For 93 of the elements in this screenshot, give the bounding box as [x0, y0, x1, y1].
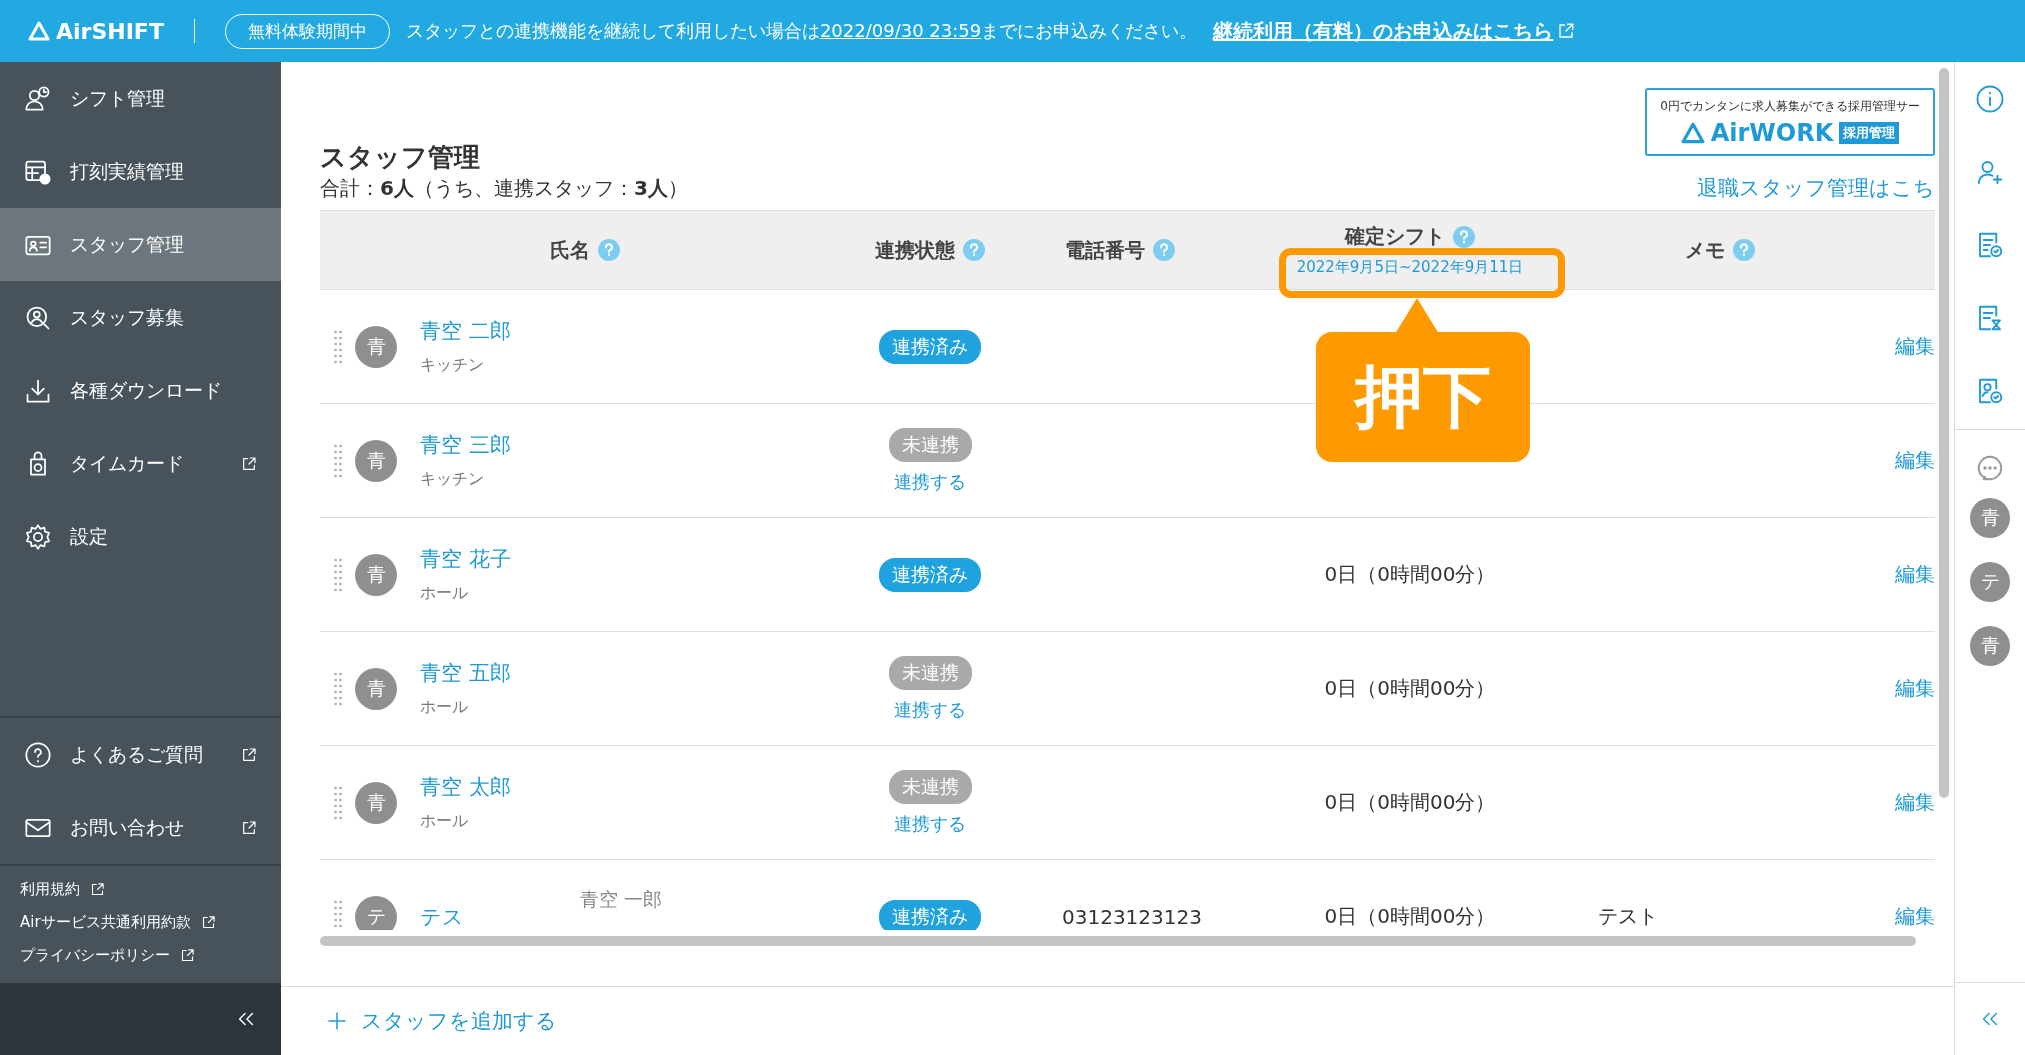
staff-name-link[interactable]: 青空 二郎 — [420, 317, 580, 345]
link-status: 未連携 — [888, 769, 972, 804]
avatar: 青 — [355, 439, 397, 482]
retired-staff-link[interactable]: 退職スタッフ管理はこち — [1697, 174, 1935, 202]
link-status: 連携済み — [879, 329, 981, 364]
edit-link[interactable]: 編集 — [1850, 561, 1935, 588]
sidebar-item[interactable]: 打刻実績管理 — [0, 135, 281, 208]
shift-total: 0日（0時間00分） — [1324, 562, 1496, 586]
help-icon[interactable] — [1153, 239, 1175, 261]
help-icon[interactable] — [598, 239, 620, 261]
link-action[interactable]: 連携する — [894, 697, 966, 722]
avatar: 青 — [355, 553, 397, 596]
external-link-icon — [200, 915, 216, 930]
scrollbar[interactable] — [1939, 68, 1949, 798]
page-title: スタッフ管理 — [320, 141, 481, 174]
date-range: 2022年9月5日~2022年9月11日 — [1296, 258, 1524, 277]
column-header: 確定シフト — [1345, 223, 1445, 250]
sidebar-item[interactable]: スタッフ管理 — [0, 208, 281, 281]
edit-link[interactable]: 編集 — [1850, 789, 1935, 816]
callout: 押下 — [1316, 332, 1530, 462]
notice-text: スタッフとの連携機能を継続して利用したい場合は2022/09/30 23:59 までにお申込みください。 — [405, 19, 1198, 43]
link-action[interactable]: 連携する — [894, 469, 966, 494]
staff-alias: 青空 一郎 — [580, 888, 663, 910]
footer-link[interactable]: 利用規約 — [20, 880, 261, 899]
staff-summary: 合計：6人（うち、連携スタッフ：3人） — [320, 175, 688, 202]
link-status: 連携済み — [879, 899, 981, 930]
staff-name-link[interactable]: 青空 花子 — [420, 545, 580, 573]
shift-total: 0日（0時間00分） — [1324, 904, 1496, 928]
triangle-logo-icon — [28, 21, 50, 41]
plus-icon — [325, 1009, 349, 1033]
column-header: 電話番号 — [1065, 236, 1145, 264]
staff-role: ホール — [420, 811, 469, 832]
staff-name-link[interactable]: 青空 太郎 — [420, 773, 580, 801]
link-status: 連携済み — [879, 557, 981, 592]
help-icon[interactable] — [963, 239, 985, 261]
staff-name-link[interactable]: テス — [420, 902, 580, 930]
avatar: 青 — [355, 667, 397, 710]
help-icon[interactable] — [1453, 225, 1475, 248]
question-icon — [24, 740, 52, 769]
column-header: 氏名 — [550, 236, 590, 264]
staff-name-link[interactable]: 青空 五郎 — [420, 659, 580, 687]
avatar[interactable]: 青 — [1970, 626, 2010, 666]
app-logo: AirSHIFT — [56, 18, 164, 44]
edit-link[interactable]: 編集 — [1850, 903, 1935, 930]
phone-number: 03123123123 — [1062, 904, 1202, 929]
footer-link[interactable]: プライバシーポリシー — [20, 946, 261, 965]
shift-total: 0日（0時間00分） — [1324, 676, 1496, 700]
info-icon — [1975, 83, 2005, 114]
sidebar-item[interactable]: よくあるご質問 — [0, 718, 281, 791]
sidebar-item[interactable]: シフト管理 — [0, 62, 281, 135]
external-link-icon — [180, 948, 195, 963]
person-clock-icon — [24, 84, 52, 113]
edit-link[interactable]: 編集 — [1850, 333, 1935, 360]
link-status: 未連携 — [888, 427, 972, 462]
drag-handle[interactable] — [332, 442, 343, 479]
memo-text: テスト — [1598, 904, 1658, 928]
staff-role: キッチン — [420, 469, 485, 490]
staff-name-link[interactable]: 青空 三郎 — [420, 431, 580, 459]
footer-link[interactable]: Airサービス共通利用約款 — [20, 913, 261, 932]
external-link-icon — [90, 882, 105, 897]
avatar[interactable]: テ — [1970, 562, 2010, 602]
external-link-icon — [1557, 22, 1576, 40]
staff-role: キッチン — [420, 355, 485, 376]
drag-handle[interactable] — [332, 898, 343, 930]
add-staff-button[interactable]: スタッフを追加する — [319, 1006, 563, 1036]
avatar[interactable]: 青 — [1970, 498, 2010, 538]
avatar: 青 — [355, 325, 397, 368]
ad-banner[interactable]: 0円でカンタンに求人募集ができる採用管理サー AirWORK 採用管理 — [1645, 88, 1935, 156]
drag-handle[interactable] — [332, 670, 343, 707]
drag-handle[interactable] — [332, 556, 343, 593]
column-header: 連携状態 — [875, 236, 955, 264]
chat-bubble-icon — [1975, 453, 2005, 483]
sidebar-item[interactable]: タイムカード — [0, 427, 281, 500]
gear-icon — [24, 522, 52, 551]
column-header: メモ — [1685, 236, 1725, 264]
scrollbar[interactable] — [320, 936, 1916, 946]
edit-link[interactable]: 編集 — [1850, 675, 1935, 702]
drag-handle[interactable] — [332, 784, 343, 821]
shift-total: 0日（0時間00分） — [1324, 790, 1496, 814]
drag-handle[interactable] — [332, 328, 343, 365]
avatar: 青 — [355, 781, 397, 824]
link-status: 未連携 — [888, 655, 972, 690]
staff-role: ホール — [420, 697, 469, 718]
sidebar-item[interactable]: 設定 — [0, 500, 281, 573]
help-icon[interactable] — [1733, 239, 1755, 261]
triangle-logo-icon — [1680, 121, 1705, 144]
link-action[interactable]: 連携する — [894, 811, 966, 836]
avatar: テ — [355, 895, 397, 930]
edit-link[interactable]: 編集 — [1850, 447, 1935, 474]
staff-role: ホール — [420, 583, 469, 604]
sidebar-item[interactable]: 各種ダウンロード — [0, 354, 281, 427]
sidebar-item[interactable]: スタッフ募集 — [0, 281, 281, 354]
sidebar-item[interactable]: お問い合わせ — [0, 791, 281, 864]
